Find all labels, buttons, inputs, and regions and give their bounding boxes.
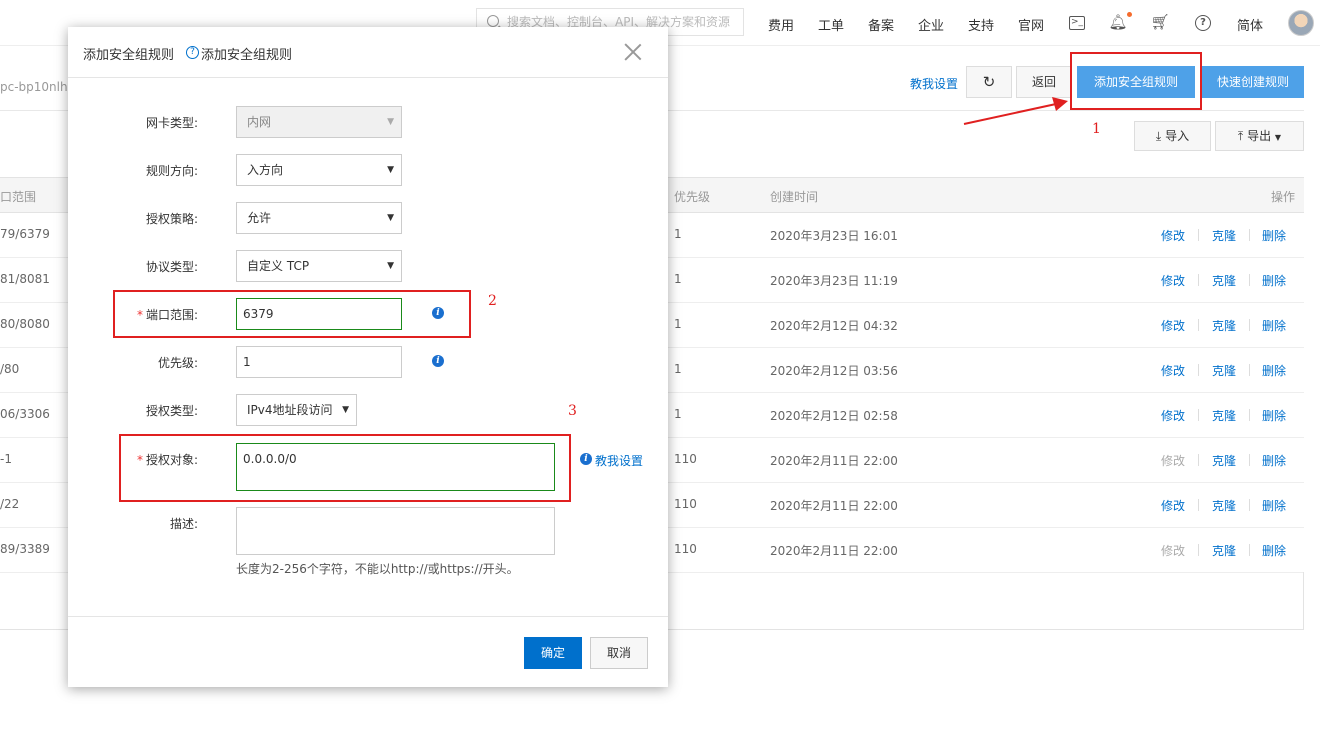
nic-type-label: 网卡类型: xyxy=(145,116,198,130)
policy-value: 允许 xyxy=(247,211,272,225)
annotation-number-3: 3 xyxy=(568,403,577,419)
dialog-header: 添加安全组规则 ? 添加安全组规则 xyxy=(68,27,668,78)
confirm-button[interactable]: 确定 xyxy=(524,637,582,669)
auth-type-select[interactable]: IPv4地址段访问 ▼ xyxy=(236,394,357,426)
auth-object-teach-link[interactable]: 教我设置 xyxy=(595,452,643,469)
annotation-box-3 xyxy=(119,434,571,502)
select-arrow-icon: ▼ xyxy=(342,405,349,415)
add-security-rule-dialog: 添加安全组规则 ? 添加安全组规则 网卡类型: 内网 ▼ 规则方向: 入方向 ▼… xyxy=(68,27,668,687)
protocol-label: 协议类型: xyxy=(145,260,198,274)
info-icon: i xyxy=(580,453,592,465)
description-label: 描述: xyxy=(169,517,198,531)
direction-label: 规则方向: xyxy=(145,164,198,178)
auth-type-value: IPv4地址段访问 xyxy=(247,403,333,417)
protocol-value: 自定义 TCP xyxy=(247,259,310,273)
info-icon[interactable]: i xyxy=(432,355,444,367)
direction-value: 入方向 xyxy=(247,163,284,177)
annotation-box-2 xyxy=(113,290,471,338)
select-arrow-icon: ▼ xyxy=(387,213,394,223)
close-icon[interactable] xyxy=(624,43,642,61)
protocol-select[interactable]: 自定义 TCP ▼ xyxy=(236,250,402,282)
annotation-arrow xyxy=(963,97,1068,125)
select-arrow-icon: ▼ xyxy=(387,261,394,271)
auth-type-label: 授权类型: xyxy=(145,404,198,418)
dialog-title: 添加安全组规则 xyxy=(83,48,175,63)
nic-type-select: 内网 ▼ xyxy=(236,106,402,138)
select-arrow-icon: ▼ xyxy=(387,165,394,175)
select-arrow-icon: ▼ xyxy=(387,117,394,127)
annotation-number-1: 1 xyxy=(1092,121,1101,137)
annotation-box-1 xyxy=(1070,52,1202,110)
question-icon[interactable]: ? xyxy=(186,46,199,59)
annotation-arrow-head xyxy=(1052,97,1068,111)
cancel-button[interactable]: 取消 xyxy=(590,637,648,669)
nic-type-value: 内网 xyxy=(247,115,272,129)
direction-select[interactable]: 入方向 ▼ xyxy=(236,154,402,186)
description-hint: 长度为2-256个字符，不能以http://或https://开头。 xyxy=(236,562,519,576)
page: 搜索文档、控制台、API、解决方案和资源 费用 工单 备案 企业 支持 官网 >… xyxy=(0,0,1320,738)
dialog-help-link[interactable]: 添加安全组规则 xyxy=(201,44,292,63)
description-textarea[interactable] xyxy=(236,507,555,555)
policy-select[interactable]: 允许 ▼ xyxy=(236,202,402,234)
dialog-footer-divider xyxy=(68,616,668,617)
policy-label: 授权策略: xyxy=(145,212,198,226)
annotation-arrow-line xyxy=(963,103,1057,125)
annotation-number-2: 2 xyxy=(488,293,497,309)
priority-label: 优先级: xyxy=(157,356,198,370)
priority-input[interactable]: 1 xyxy=(236,346,402,378)
